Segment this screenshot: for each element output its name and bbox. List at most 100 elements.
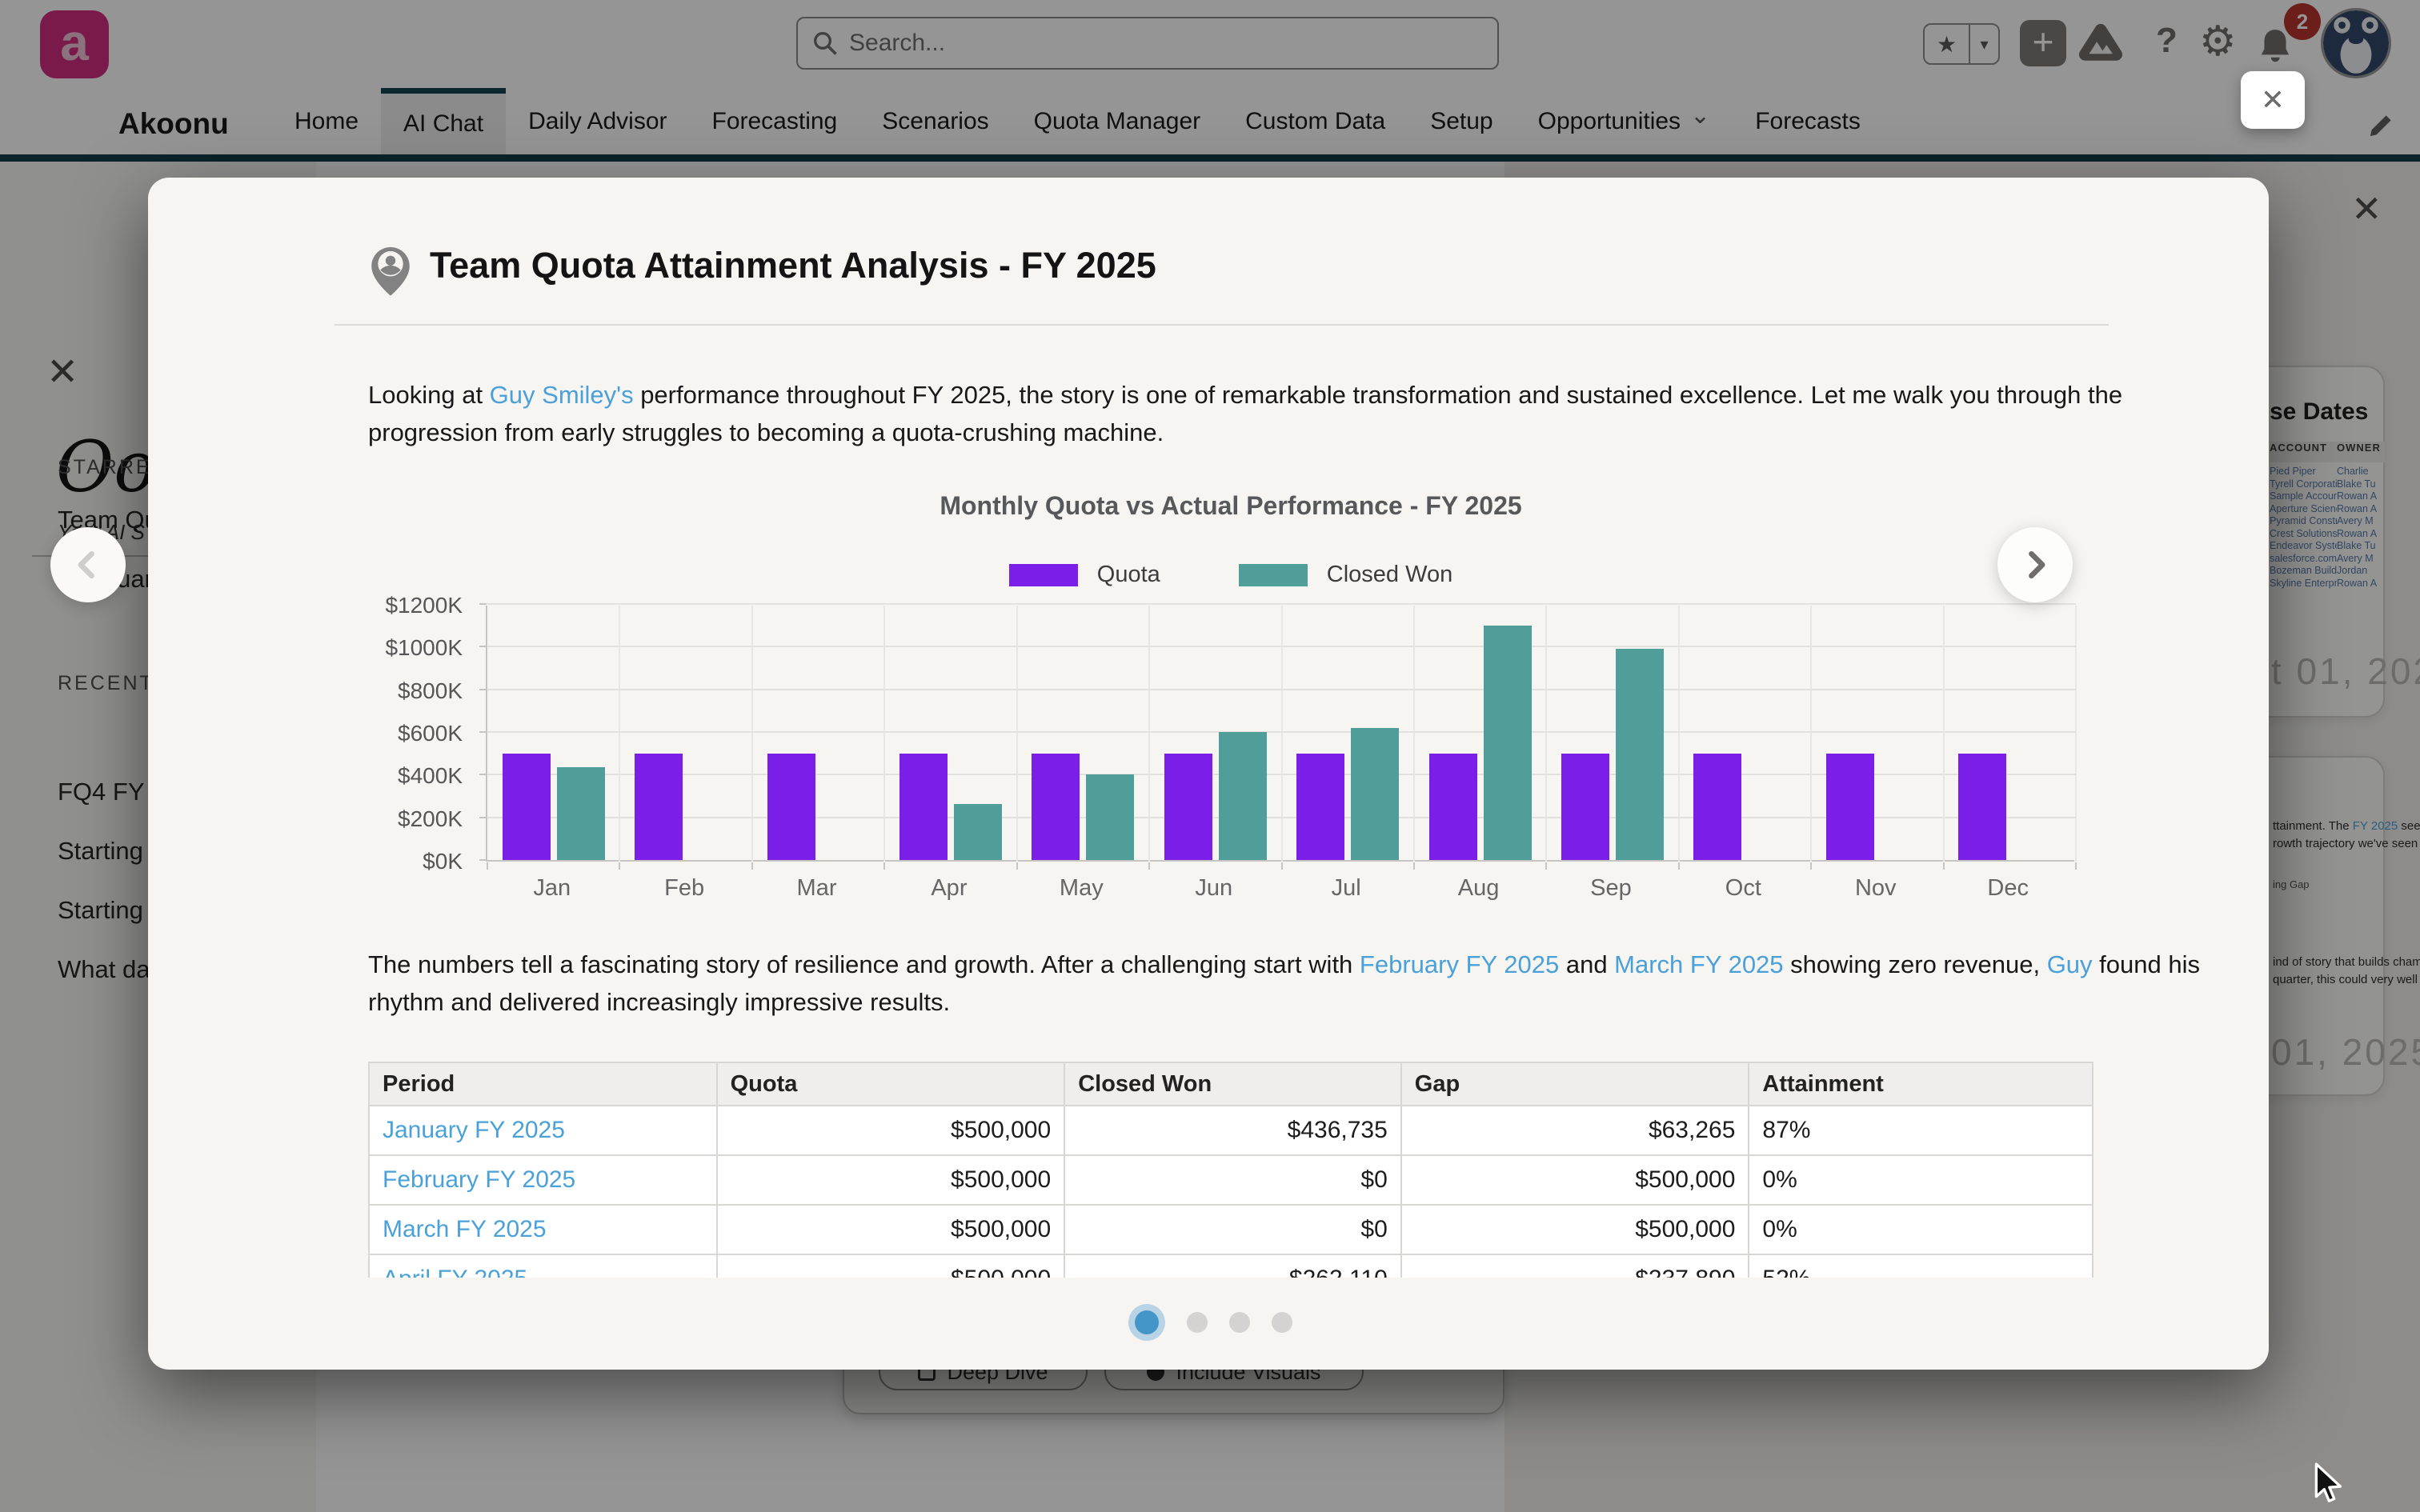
- pager-dot-2[interactable]: [1187, 1312, 1208, 1333]
- paragraph1-link[interactable]: Guy Smiley's: [490, 381, 634, 409]
- quota-bar-jan: [503, 754, 551, 860]
- quota-bar-nov: [1826, 754, 1874, 860]
- chart-tick: [1281, 862, 1283, 870]
- chart-tick: [1413, 862, 1415, 870]
- mouse-cursor: [2313, 1462, 2346, 1506]
- carousel-prev-button[interactable]: [50, 527, 126, 602]
- table-cell: $0: [1065, 1206, 1402, 1254]
- table-cell: $500,000: [718, 1255, 1066, 1278]
- quota-bar-may: [1032, 754, 1080, 860]
- legend-label-closed-won: Closed Won: [1327, 562, 1452, 588]
- chart-gridline-vertical: [1943, 606, 1945, 862]
- table-cell: $500,000: [1402, 1156, 1750, 1204]
- period-link[interactable]: January FY 2025: [370, 1106, 718, 1154]
- chart-tick: [1943, 862, 1945, 870]
- chart-gridline-horizontal: [487, 731, 2076, 733]
- table-cell: $0: [1065, 1156, 1402, 1204]
- bar-chart-plot-area: [486, 606, 2074, 862]
- pager-dot-3[interactable]: [1229, 1312, 1250, 1333]
- legend-label-quota: Quota: [1097, 562, 1160, 588]
- chart-gridline-vertical: [619, 606, 620, 862]
- chart-tick: [479, 731, 487, 733]
- pager-dot-4[interactable]: [1272, 1312, 1292, 1333]
- paragraph2-link[interactable]: February FY 2025: [1360, 950, 1559, 978]
- quota-bar-sep: [1561, 754, 1609, 860]
- paragraph2-link[interactable]: Guy: [2047, 950, 2093, 978]
- chart-title: Monthly Quota vs Actual Performance - FY…: [431, 491, 2031, 521]
- quota-bar-feb: [635, 754, 683, 860]
- table-cell: $262,110: [1065, 1255, 1402, 1278]
- closed-won-bar-jun: [1219, 732, 1267, 860]
- chart-gridline-vertical: [1281, 606, 1283, 862]
- pager-dot-1[interactable]: [1128, 1304, 1165, 1341]
- chart-tick: [1016, 862, 1018, 870]
- closed-won-bar-may: [1086, 774, 1134, 860]
- x-axis-label-may: May: [1016, 875, 1148, 902]
- chart-gridline-horizontal: [487, 646, 2076, 647]
- x-axis-label-jun: Jun: [1148, 875, 1280, 902]
- x-axis-label-oct: Oct: [1677, 875, 1809, 902]
- y-axis-label: $1200K: [385, 593, 463, 618]
- y-axis-label: $800K: [398, 678, 463, 704]
- legend-swatch-closed-won: [1239, 564, 1308, 586]
- closed-won-bar-jan: [557, 767, 605, 860]
- chart-gridline-horizontal: [487, 603, 2076, 605]
- table-cell: $500,000: [718, 1206, 1066, 1254]
- chart-gridline-vertical: [751, 606, 753, 862]
- quota-bar-jul: [1296, 754, 1344, 860]
- column-header-gap: Gap: [1402, 1063, 1750, 1105]
- closed-won-bar-sep: [1616, 649, 1664, 860]
- x-axis-label-feb: Feb: [618, 875, 750, 902]
- table-cell: $500,000: [1402, 1206, 1750, 1254]
- period-link[interactable]: March FY 2025: [370, 1206, 718, 1254]
- y-axis-label: $400K: [398, 763, 463, 789]
- paragraph2-text: The numbers tell a fascinating story of …: [368, 950, 1360, 978]
- x-axis-label-jul: Jul: [1280, 875, 1412, 902]
- y-axis-label: $1000K: [385, 635, 463, 661]
- chart-tick: [479, 859, 487, 861]
- legend-swatch-quota: [1009, 564, 1078, 586]
- x-axis-label-jan: Jan: [486, 875, 618, 902]
- table-cell: $500,000: [718, 1106, 1066, 1154]
- x-axis-label-mar: Mar: [751, 875, 883, 902]
- column-header-closed-won: Closed Won: [1065, 1063, 1402, 1105]
- quota-bar-jun: [1164, 754, 1212, 860]
- analysis-paragraph-2: The numbers tell a fascinating story of …: [368, 946, 2237, 1021]
- quota-bar-oct: [1693, 754, 1741, 860]
- table-row: March FY 2025$500,000$0$500,0000%: [370, 1206, 2092, 1255]
- chart-gridline-vertical: [2075, 606, 2077, 862]
- closed-won-bar-apr: [954, 804, 1002, 860]
- period-link[interactable]: February FY 2025: [370, 1156, 718, 1204]
- chart-gridline-vertical: [1810, 606, 1812, 862]
- table-cell: 0%: [1749, 1206, 2092, 1254]
- chart-gridline-vertical: [1148, 606, 1150, 862]
- chevron-left-icon: [70, 547, 106, 582]
- paragraph1-text: Looking at: [368, 381, 490, 409]
- attainment-table: PeriodQuotaClosed WonGapAttainmentJanuar…: [368, 1062, 2093, 1278]
- chart-tick: [1148, 862, 1150, 870]
- table-cell: $500,000: [718, 1156, 1066, 1204]
- chevron-right-icon: [2017, 547, 2053, 582]
- carousel-next-button[interactable]: [1997, 527, 2073, 602]
- chart-tick: [479, 603, 487, 605]
- chart-tick: [479, 689, 487, 690]
- closed-won-bar-aug: [1484, 626, 1532, 860]
- chart-tick: [1545, 862, 1547, 870]
- column-header-quota: Quota: [718, 1063, 1066, 1105]
- toast-close-button[interactable]: ✕: [2241, 71, 2305, 129]
- table-row: February FY 2025$500,000$0$500,0000%: [370, 1156, 2092, 1206]
- table-cell: 0%: [1749, 1156, 2092, 1204]
- chart-tick: [751, 862, 753, 870]
- quota-bar-apr: [899, 754, 948, 860]
- paragraph2-link[interactable]: March FY 2025: [1614, 950, 1783, 978]
- chart-y-axis-labels: $0K$200K$400K$600K$800K$1000K$1200K: [352, 606, 472, 863]
- period-link[interactable]: April FY 2025: [370, 1255, 718, 1278]
- chart-tick: [487, 862, 488, 870]
- table-cell: 87%: [1749, 1106, 2092, 1154]
- quota-bar-mar: [767, 754, 815, 860]
- chart-tick: [479, 774, 487, 775]
- chart-gridline-vertical: [1545, 606, 1547, 862]
- analysis-paragraph-1: Looking at Guy Smiley's performance thro…: [368, 376, 2237, 451]
- chart-gridline-vertical: [1678, 606, 1680, 862]
- y-axis-label: $600K: [398, 721, 463, 746]
